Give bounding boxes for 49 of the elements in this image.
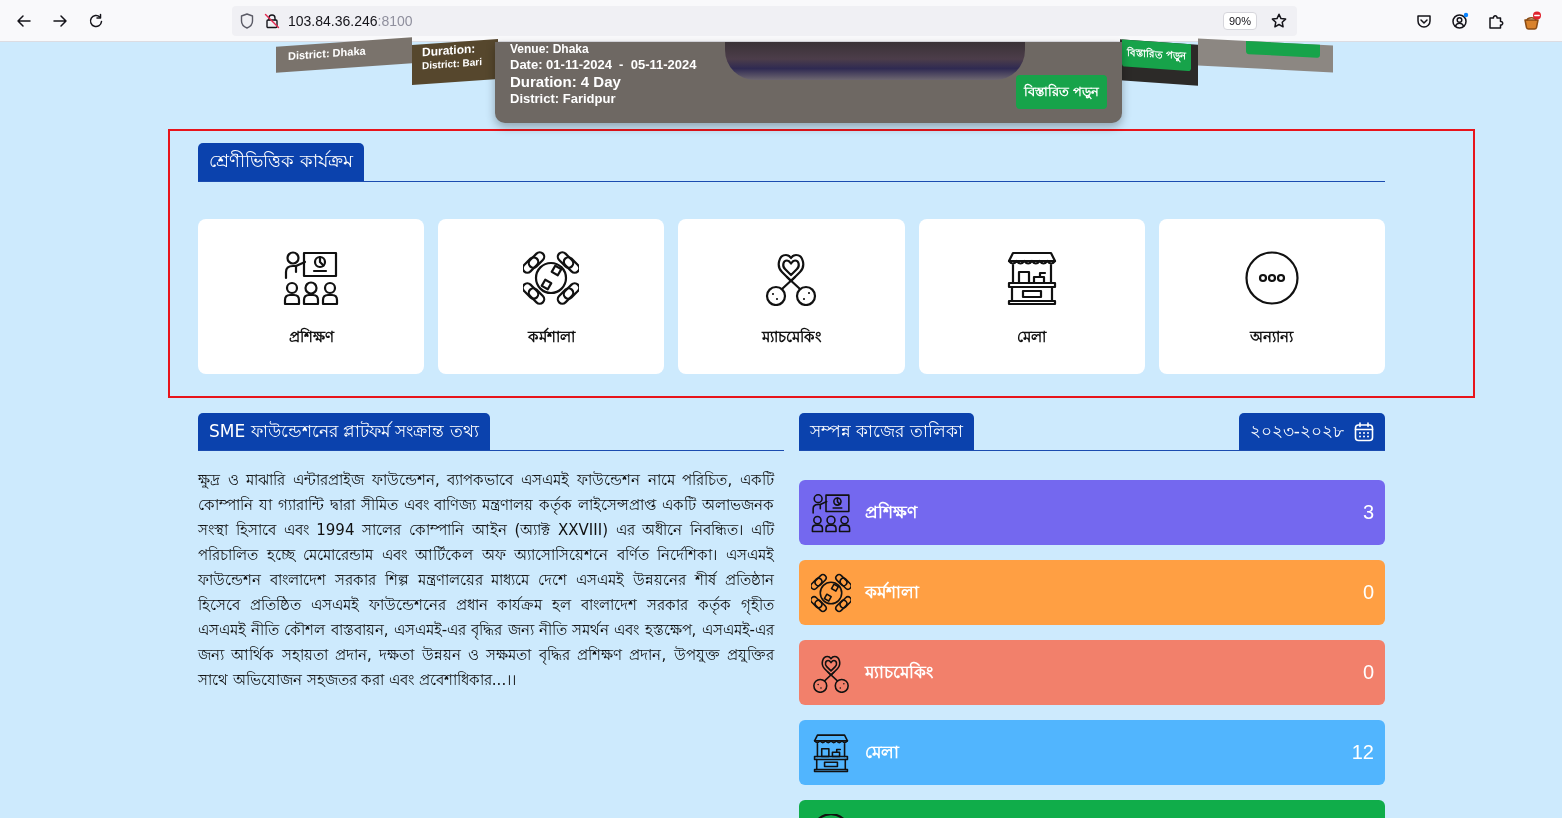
market-stall-icon [811, 732, 851, 773]
ellipsis-circle-icon [1243, 250, 1300, 306]
category-label: প্রশিক্ষণ [288, 326, 334, 348]
category-label: অন্যান্য [1250, 327, 1294, 348]
date-text: Date: 01-11-2024 - 05-11-2024 [510, 57, 697, 73]
hands-circle-icon [523, 250, 580, 306]
calendar-icon [1354, 421, 1374, 442]
row-label: প্রশিক্ষণ [865, 500, 917, 524]
url-text[interactable]: 103.84.36.246:8100 [288, 12, 413, 29]
shield-icon[interactable] [240, 12, 254, 29]
category-label: মেলা [1017, 327, 1047, 348]
description-text: ক্ষুদ্র ও মাঝারি এন্টারপ্রাইজ ফাউন্ডেশন, ব্যাপকভাবে এসএমই ফাউন্ডেশন নামে পরিচিত, একটি কোম্পানি যা গ্যারান্টি দ্বারা সীমিত এবং বাণিজ্য মন্ত্রণালয় কর্তৃক লাইসেন্সপ্রাপ্ত একটি অলাভজনক সংস্থা হিসাবে এবং 1994 সালের কোম্পানি আইন (অ্যাক্ট XXVIII) এর অধীনে নিবন্ধিত। এটি পরিচালিত হচ্ছে মেমোরেন্ডাম এবং আর্টিকেল অফ অ্যাসোসিয়েশনে বর্ণিত নির্দেশিকা। এসএমই ফাউন্ডেশন বাংলাদেশ সরকার শিল্প মন্ত্রণালয়ের মাধ্যমে দেশে এসএমই উন্নয়নের শীর্ষ প্রতিষ্ঠান হিসেবে প্রতিষ্ঠিত এসএমই ফাউন্ডেশনের প্রধান কার্যক্রম হল বাংলাদেশ সরকার কর্তৃক গৃহীত এসএমই নীতি কৌশল বাস্তবায়ন, এসএমই-এর বৃদ্ধির জন্য নীতি সমর্থন এবং হস্তক্ষেপ, এসএমই-এর জন্য আর্থিক সহায়তা প্রদান, দক্ষতা উন্নয়ন ও সক্ষমতা বৃদ্ধির প্রশিক্ষণ প্রদান, উপযুক্ত প্রযুক্তির সাথে অভিযোজন সহজতর করা এবং প্রবেশাধিকার...।। [198, 470, 774, 691]
category-card[interactable]: প্রশিক্ষণ [198, 219, 425, 374]
hands-circle-icon [811, 572, 851, 613]
row-label: ম্যাচমেকিং [865, 660, 933, 684]
forward-icon[interactable] [52, 12, 68, 29]
summary-row[interactable]: প্রশিক্ষণ 3 [799, 480, 1385, 545]
back-icon[interactable] [16, 12, 32, 29]
addon-icon[interactable] [1522, 10, 1542, 31]
row-count: 3 [1362, 501, 1374, 524]
section-title: SME ফাউন্ডেশনের প্লাটফর্ম সংক্রান্ত তথ্য [198, 413, 490, 450]
section-title: সম্পন্ন কাজের তালিকা [799, 413, 974, 450]
bookmark-star-icon[interactable] [1271, 12, 1287, 29]
category-card[interactable]: ম্যাচমেকিং [678, 219, 905, 374]
pocket-icon[interactable] [1416, 12, 1432, 29]
venue-text: Venue: Dhaka [510, 42, 589, 57]
reload-icon[interactable] [88, 12, 104, 29]
district-text: District: Faridpur [510, 91, 616, 107]
row-label: মেলা [865, 740, 899, 764]
zoom-level-button[interactable]: 90% [1222, 11, 1257, 30]
row-label: কর্মশালা [865, 580, 919, 604]
teacher-students-icon [811, 492, 851, 533]
account-icon[interactable] [1451, 11, 1469, 30]
duration-text: Duration: 4 Day [510, 73, 621, 91]
extensions-icon[interactable] [1488, 12, 1504, 29]
category-label: কর্মশালা [527, 326, 575, 348]
row-count: 0 [1362, 661, 1374, 684]
row-count: 12 [1351, 741, 1374, 764]
lock-strike-icon[interactable] [264, 12, 280, 29]
teacher-students-icon [283, 250, 340, 306]
category-card[interactable]: অন্যান্য [1158, 219, 1385, 374]
category-label: ম্যাচমেকিং [762, 326, 821, 348]
category-card[interactable]: কর্মশালা [438, 219, 665, 374]
row-count: 0 [1362, 581, 1374, 604]
address-bar[interactable]: 103.84.36.246:8100 90% [232, 5, 1297, 36]
section-title: শ্রেণীভিত্তিক কার্যক্রম [198, 143, 364, 181]
category-card[interactable]: মেলা [918, 219, 1145, 374]
slide-text: District: Dhaka [288, 44, 366, 62]
year-range-button[interactable]: ২০২৩-২০২৮ [1238, 413, 1385, 450]
